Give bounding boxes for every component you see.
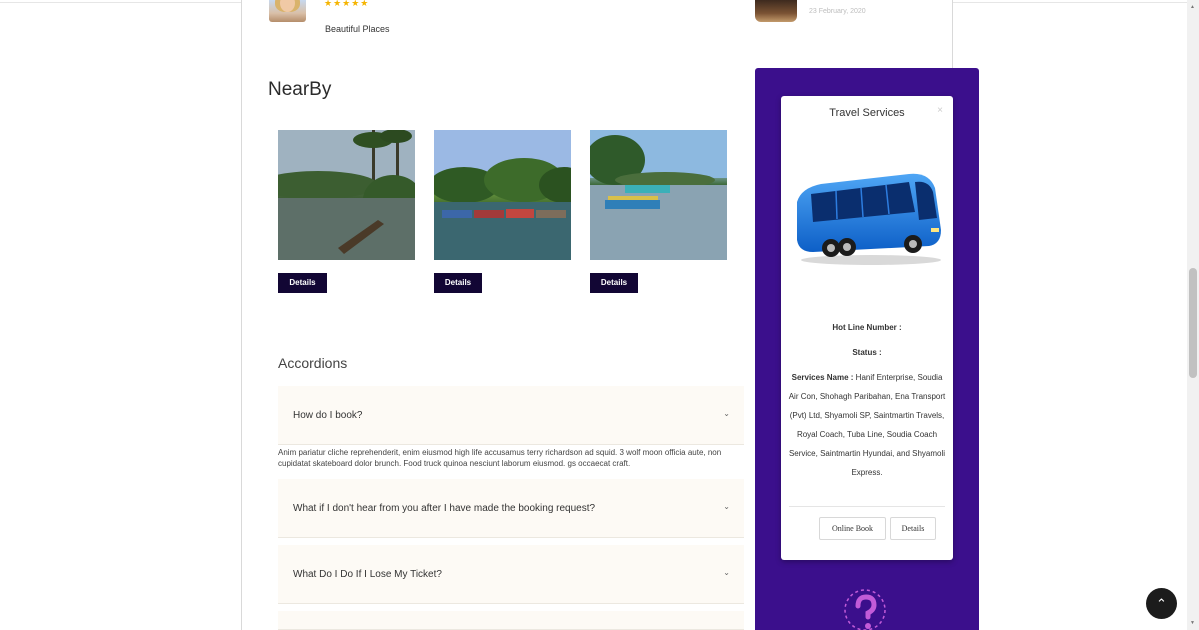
accordion-question: How do I book? bbox=[293, 410, 363, 421]
scroll-thumb[interactable] bbox=[1189, 268, 1197, 378]
hotline-label: Hot Line Number : bbox=[832, 323, 902, 332]
review-text: Beautiful Places bbox=[325, 24, 390, 34]
accordion-answer: Anim pariatur cliche reprehenderit, enim… bbox=[278, 448, 722, 468]
recent-post-date: 23 February, 2020 bbox=[809, 8, 866, 15]
nearby-details-button-3[interactable]: Details bbox=[590, 273, 638, 293]
accordion-item-1[interactable]: How do I book? ⌄ bbox=[278, 386, 744, 445]
close-icon[interactable]: × bbox=[937, 105, 943, 116]
rating-stars: ★★★★★ bbox=[324, 0, 370, 8]
nearby-image-2[interactable] bbox=[434, 130, 571, 260]
online-book-button[interactable]: Online Book bbox=[819, 517, 886, 540]
services-text: Services Name : Hanif Enterprise, Soudia… bbox=[781, 368, 953, 482]
status-label: Status : bbox=[852, 348, 882, 357]
nearby-image-3[interactable] bbox=[590, 130, 727, 260]
accordion-item-2[interactable]: What if I don't hear from you after I ha… bbox=[278, 479, 744, 538]
nearby-image-1[interactable] bbox=[278, 130, 415, 260]
accordion-question: What if I don't hear from you after I ha… bbox=[293, 503, 596, 514]
chevron-down-icon[interactable]: ⌄ bbox=[723, 568, 730, 577]
accordion-question: What Do I Do If I Lose My Ticket? bbox=[293, 569, 442, 580]
chevron-down-icon[interactable]: ⌄ bbox=[723, 409, 730, 418]
nearby-title: NearBy bbox=[268, 79, 332, 100]
accordions-title: Accordions bbox=[278, 355, 348, 371]
scroll-down-arrow-icon[interactable]: ▼ bbox=[1190, 620, 1195, 626]
bus-icon bbox=[797, 173, 941, 265]
chevron-down-icon[interactable]: ⌄ bbox=[723, 502, 730, 511]
help-question-icon[interactable] bbox=[842, 586, 888, 630]
travel-services-popup: Travel Services × Hot Line Number : Stat… bbox=[781, 96, 953, 560]
page-scrollbar[interactable]: ▲ ▼ bbox=[1187, 0, 1199, 630]
accordion-item-4[interactable] bbox=[278, 611, 744, 630]
nearby-details-button-2[interactable]: Details bbox=[434, 273, 482, 293]
scroll-up-arrow-icon[interactable]: ▲ bbox=[1190, 4, 1195, 10]
back-to-top-button[interactable]: ⌃ bbox=[1146, 588, 1177, 619]
services-label: Services Name : bbox=[791, 373, 854, 382]
nearby-details-button-1[interactable]: Details bbox=[278, 273, 327, 293]
services-value: Hanif Enterprise, Soudia Air Con, Shohag… bbox=[788, 373, 946, 477]
popup-title: Travel Services bbox=[829, 107, 905, 119]
popup-details-button[interactable]: Details bbox=[890, 517, 936, 540]
recent-post-thumbnail[interactable] bbox=[755, 0, 797, 22]
divider bbox=[789, 506, 945, 507]
accordion-item-3[interactable]: What Do I Do If I Lose My Ticket? ⌄ bbox=[278, 545, 744, 604]
reviewer-avatar bbox=[269, 0, 306, 22]
